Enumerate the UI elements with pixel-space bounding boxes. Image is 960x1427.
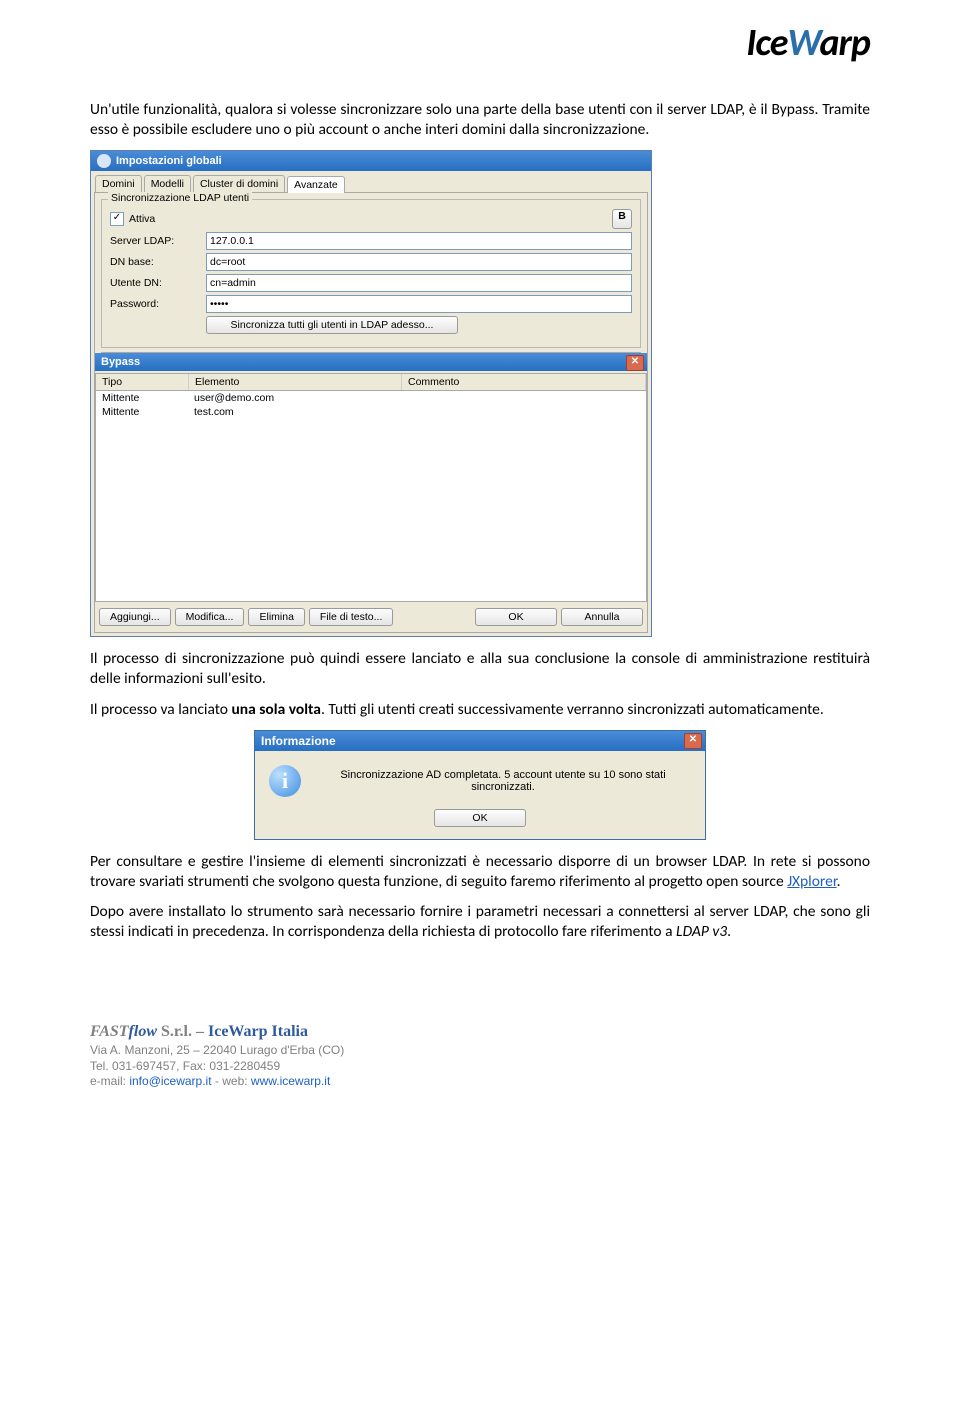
paragraph-browser: Per consultare e gestire l'insieme di el… bbox=[90, 852, 870, 892]
settings-title: Impostazioni globali bbox=[116, 155, 222, 167]
filetesto-button[interactable]: File di testo... bbox=[309, 608, 393, 626]
password-input[interactable]: ••••• bbox=[206, 295, 632, 313]
aggiungi-button[interactable]: Aggiungi... bbox=[99, 608, 171, 626]
bypass-close-icon[interactable]: ✕ bbox=[626, 355, 644, 371]
footer-email-link[interactable]: info@icewarp.it bbox=[129, 1074, 211, 1088]
table-row: Mittente user@demo.com bbox=[96, 391, 646, 405]
dialog-ok-button[interactable]: OK bbox=[434, 809, 526, 827]
label-password: Password: bbox=[110, 298, 200, 310]
server-input[interactable]: 127.0.0.1 bbox=[206, 232, 632, 250]
table-row: Mittente test.com bbox=[96, 405, 646, 419]
elimina-button[interactable]: Elimina bbox=[248, 608, 304, 626]
utente-input[interactable]: cn=admin bbox=[206, 274, 632, 292]
paragraph-ldapv3: Dopo avere installato lo strumento sarà … bbox=[90, 902, 870, 942]
ok-button[interactable]: OK bbox=[475, 608, 557, 626]
modifica-button[interactable]: Modifica... bbox=[175, 608, 245, 626]
label-server: Server LDAP: bbox=[110, 235, 200, 247]
tab-cluster[interactable]: Cluster di domini bbox=[193, 175, 285, 192]
attiva-checkbox[interactable]: ✓ Attiva bbox=[110, 212, 155, 226]
info-dialog: Informazione ✕ i Sincronizzazione AD com… bbox=[254, 730, 706, 840]
bypass-list[interactable]: Mittente user@demo.com Mittente test.com bbox=[95, 391, 647, 602]
app-icon bbox=[97, 154, 111, 168]
page-footer: FASTflow S.r.l. – IceWarp Italia Via A. … bbox=[90, 1022, 870, 1090]
info-icon: i bbox=[269, 765, 301, 797]
paragraph-sync-result: Il processo di sincronizzazione può quin… bbox=[90, 649, 870, 689]
group-legend: Sincronizzazione LDAP utenti bbox=[108, 192, 252, 204]
footer-tel: Tel. 031-697457, Fax: 031-2280459 bbox=[90, 1059, 870, 1075]
footer-web-link[interactable]: www.icewarp.it bbox=[251, 1074, 330, 1088]
bypass-header: Tipo Elemento Commento bbox=[95, 373, 647, 391]
dialog-title: Informazione bbox=[261, 734, 336, 748]
bypass-shortcut-button[interactable]: B bbox=[612, 209, 632, 229]
dnbase-input[interactable]: dc=root bbox=[206, 253, 632, 271]
bypass-title: Bypass bbox=[101, 356, 140, 368]
dialog-message: Sincronizzazione AD completata. 5 accoun… bbox=[315, 769, 691, 793]
settings-titlebar: Impostazioni globali bbox=[91, 151, 651, 171]
sync-now-button[interactable]: Sincronizza tutti gli utenti in LDAP ade… bbox=[206, 316, 458, 334]
tab-modelli[interactable]: Modelli bbox=[144, 175, 191, 192]
jxplorer-link[interactable]: JXplorer bbox=[787, 872, 836, 891]
col-elemento[interactable]: Elemento bbox=[189, 374, 402, 390]
annulla-button[interactable]: Annulla bbox=[561, 608, 643, 626]
tab-avanzate[interactable]: Avanzate bbox=[287, 176, 345, 193]
label-utente: Utente DN: bbox=[110, 277, 200, 289]
dialog-close-icon[interactable]: ✕ bbox=[684, 733, 702, 749]
brand-logo: IceWarp bbox=[746, 20, 870, 66]
label-dnbase: DN base: bbox=[110, 256, 200, 268]
settings-window: Impostazioni globali Domini Modelli Clus… bbox=[90, 150, 652, 637]
col-tipo[interactable]: Tipo bbox=[96, 374, 189, 390]
attiva-label: Attiva bbox=[129, 213, 155, 225]
col-commento[interactable]: Commento bbox=[402, 374, 646, 390]
paragraph-once: Il processo va lanciato una sola volta. … bbox=[90, 700, 870, 720]
intro-paragraph: Un'utile funzionalità, qualora si voless… bbox=[90, 100, 870, 140]
tabs-row: Domini Modelli Cluster di domini Avanzat… bbox=[91, 171, 651, 192]
ldap-sync-group: Sincronizzazione LDAP utenti ✓ Attiva B … bbox=[101, 199, 641, 348]
footer-address: Via A. Manzoni, 25 – 22040 Lurago d'Erba… bbox=[90, 1043, 870, 1059]
tab-domini[interactable]: Domini bbox=[95, 175, 142, 192]
